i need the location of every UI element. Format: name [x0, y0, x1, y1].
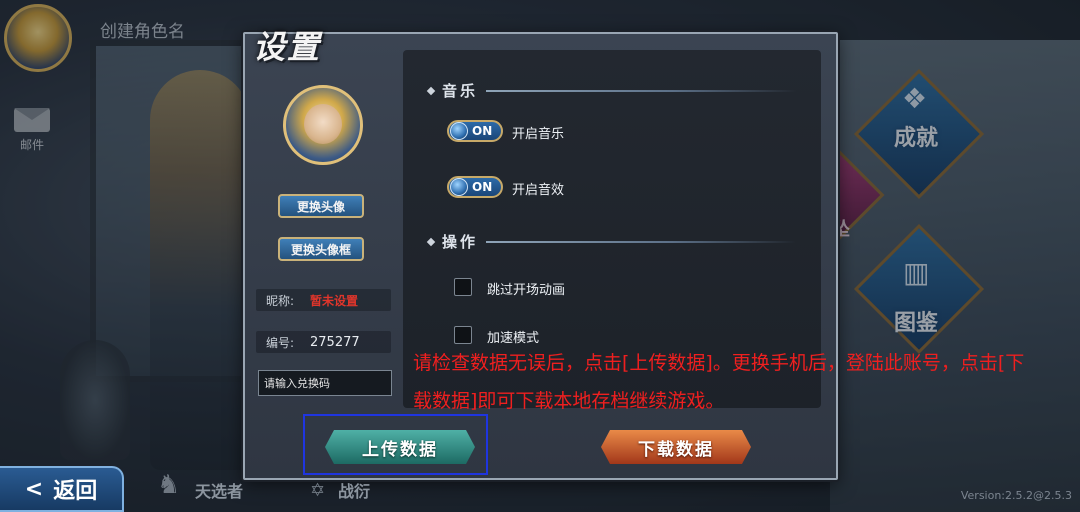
instruction-annotation: 请检查数据无误后，点击[上传数据]。更换手机后，登陆此账号，点击[下载数据]即可…	[413, 352, 1025, 412]
music-toggle-state: ON	[472, 124, 493, 138]
profile-avatar-face	[304, 104, 342, 144]
player-id-row: 编号: 275277	[256, 331, 391, 353]
back-arrow-icon: <	[24, 476, 44, 502]
bullet-icon	[426, 86, 436, 95]
nickname-row: 昵称: 暂未设置	[256, 289, 391, 311]
nickname-value: 暂未设置	[310, 293, 359, 308]
music-section-header: 音乐	[426, 80, 797, 101]
nickname-label: 昵称:	[266, 293, 295, 308]
player-id-label: 编号:	[266, 335, 295, 350]
ops-section-title: 操作	[442, 233, 479, 251]
tab-chosen[interactable]: 天选者	[195, 478, 243, 502]
music-toggle[interactable]: ON	[447, 120, 503, 142]
redeem-code-box: 兑换	[258, 369, 424, 398]
music-label: 开启音乐	[512, 127, 565, 142]
player-id-value: 275277	[310, 334, 360, 350]
speed-mode-checkbox[interactable]	[454, 326, 472, 344]
highlight-box	[303, 414, 488, 475]
skip-intro-label: 跳过开场动画	[487, 283, 566, 298]
toggle-knob	[450, 178, 468, 196]
sfx-toggle[interactable]: ON	[447, 176, 503, 198]
back-button[interactable]: < 返回	[0, 466, 124, 512]
back-label: 返回	[53, 478, 98, 504]
star-icon: ✡	[310, 480, 326, 501]
sfx-toggle-state: ON	[472, 180, 493, 194]
ops-section-header: 操作	[426, 231, 797, 252]
change-avatar-button[interactable]: 更换头像	[278, 194, 364, 218]
tab-battle[interactable]: 战衍	[338, 478, 370, 502]
section-divider	[486, 240, 797, 243]
change-avatar-frame-button[interactable]: 更换头像框	[278, 237, 364, 261]
toggle-knob	[450, 122, 468, 140]
horse-icon: ♞	[157, 470, 181, 500]
skip-intro-checkbox[interactable]	[454, 278, 472, 296]
redeem-code-input[interactable]	[259, 370, 411, 396]
version-text: Version:2.5.2@2.5.3	[960, 489, 1072, 502]
bullet-icon	[426, 237, 436, 246]
dialog-title: 设置	[253, 28, 322, 66]
sfx-label: 开启音效	[512, 183, 565, 198]
music-section-title: 音乐	[442, 82, 479, 100]
section-divider	[486, 89, 797, 92]
download-data-button[interactable]: 下载数据	[601, 430, 751, 464]
